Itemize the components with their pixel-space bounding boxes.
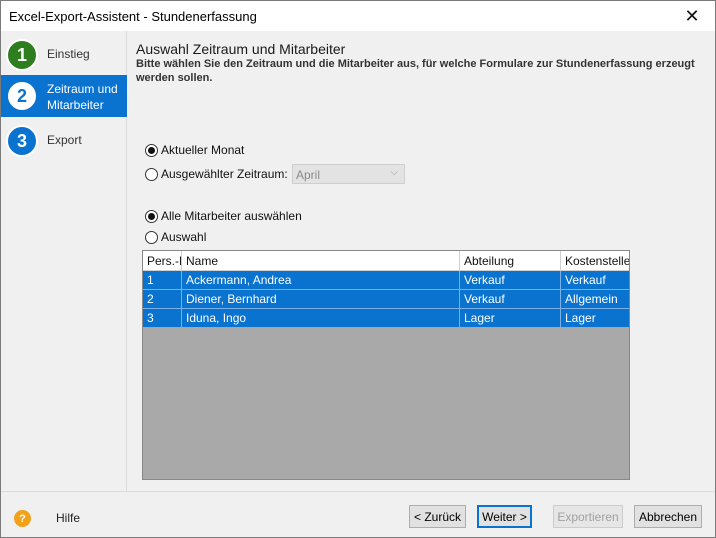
table-row[interactable]: 3 Iduna, Ingo Lager Lager <box>143 309 629 328</box>
step-zeitraum-mitarbeiter[interactable]: 2 Zeitraum und Mitarbeiter <box>1 75 127 117</box>
help-link[interactable]: Hilfe <box>56 511 80 525</box>
radio-label: Auswahl <box>161 230 207 244</box>
radio-indicator-checked <box>145 209 158 223</box>
window-title: Excel-Export-Assistent - Stundenerfassun… <box>9 9 257 24</box>
cell-kostenstelle: Lager <box>565 311 596 325</box>
radio-label: Aktueller Monat <box>161 143 245 157</box>
column-header-kostenstelle[interactable]: Kostenstelle <box>561 251 629 271</box>
cell-abteilung: Lager <box>460 309 561 328</box>
step-label-line2: Mitarbeiter <box>47 98 104 112</box>
radio-all-employees[interactable]: Alle Mitarbeiter auswählen <box>145 209 302 223</box>
radio-selected-period[interactable]: Ausgewählter Zeitraum: <box>145 167 288 181</box>
close-icon[interactable]: ✕ <box>669 1 715 31</box>
radio-indicator-unchecked <box>145 167 158 181</box>
radio-indicator-checked <box>145 143 158 157</box>
export-wizard-window: Excel-Export-Assistent - Stundenerfassun… <box>0 0 716 538</box>
month-select[interactable]: April ⌵ <box>292 164 405 184</box>
month-select-value: April <box>296 168 321 182</box>
wizard-steps-sidebar: 1 Einstieg 2 Zeitraum und Mitarbeiter 3 … <box>1 31 127 491</box>
page-title: Auswahl Zeitraum und Mitarbeiter <box>136 41 346 57</box>
footer-bar: ? Hilfe < Zurück Weiter > Exportieren Ab… <box>1 491 715 537</box>
export-button[interactable]: Exportieren <box>553 505 623 528</box>
cell-name: Ackermann, Andrea <box>182 271 460 290</box>
table-row[interactable]: 1 Ackermann, Andrea Verkauf Verkauf <box>143 271 629 290</box>
radio-label: Ausgewählter Zeitraum: <box>161 167 288 181</box>
chevron-down-icon: ⌵ <box>390 167 398 178</box>
radio-indicator-unchecked <box>145 230 158 244</box>
employee-table[interactable]: Pers.-Nr. Name Abteilung Kostenstelle 1 … <box>142 250 630 480</box>
step-label: Einstieg <box>47 47 90 61</box>
next-button[interactable]: Weiter > <box>477 505 532 528</box>
table-row[interactable]: 2 Diener, Bernhard Verkauf Allgemein <box>143 290 629 309</box>
table-header: Pers.-Nr. Name Abteilung Kostenstelle <box>143 251 629 271</box>
cell-abteilung: Verkauf <box>460 290 561 309</box>
cell-pers-nr: 1 <box>143 271 182 290</box>
cell-kostenstelle: Allgemein <box>565 292 618 306</box>
step-export[interactable]: 3 Export <box>1 119 127 167</box>
step-number-badge: 1 <box>6 39 38 71</box>
title-bar: Excel-Export-Assistent - Stundenerfassun… <box>1 1 715 31</box>
column-header-name[interactable]: Name <box>182 251 460 271</box>
step-number-badge: 3 <box>6 125 38 157</box>
radio-label: Alle Mitarbeiter auswählen <box>161 209 302 223</box>
cell-kostenstelle: Verkauf <box>565 273 606 287</box>
cell-pers-nr: 3 <box>143 309 182 328</box>
radio-selection[interactable]: Auswahl <box>145 230 206 244</box>
step-number-badge: 2 <box>6 80 38 112</box>
step-label: Export <box>47 133 82 147</box>
step-einstieg[interactable]: 1 Einstieg <box>1 33 127 81</box>
column-header-abteilung[interactable]: Abteilung <box>460 251 561 271</box>
column-header-pers-nr[interactable]: Pers.-Nr. <box>143 251 182 271</box>
cell-pers-nr: 2 <box>143 290 182 309</box>
cell-name: Diener, Bernhard <box>182 290 460 309</box>
page-description: Bitte wählen Sie den Zeitraum und die Mi… <box>136 58 695 84</box>
main-panel: Auswahl Zeitraum und Mitarbeiter Bitte w… <box>128 31 715 491</box>
back-button[interactable]: < Zurück <box>409 505 466 528</box>
cancel-button[interactable]: Abbrechen <box>634 505 702 528</box>
step-label-line1: Zeitraum und <box>47 82 118 96</box>
help-icon[interactable]: ? <box>14 510 31 527</box>
step-label: Zeitraum und Mitarbeiter <box>47 81 118 113</box>
radio-current-month[interactable]: Aktueller Monat <box>145 143 244 157</box>
cell-name: Iduna, Ingo <box>182 309 460 328</box>
cell-abteilung: Verkauf <box>460 271 561 290</box>
